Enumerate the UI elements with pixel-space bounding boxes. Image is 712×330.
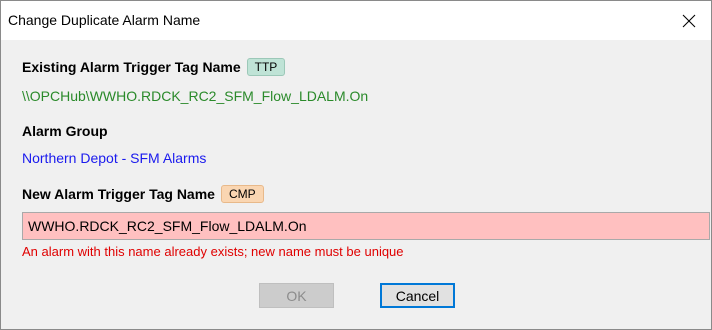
cancel-button[interactable]: Cancel: [380, 283, 455, 308]
close-icon: [682, 14, 696, 27]
alarm-group-value: Northern Depot - SFM Alarms: [22, 150, 207, 166]
title-bar: Change Duplicate Alarm Name: [1, 1, 711, 40]
existing-tag-label-text: Existing Alarm Trigger Tag Name: [22, 59, 241, 75]
ok-button[interactable]: OK: [259, 283, 334, 308]
dialog-title: Change Duplicate Alarm Name: [8, 12, 201, 28]
new-tag-name-input[interactable]: [22, 212, 710, 240]
existing-tag-label: Existing Alarm Trigger Tag Name TTP: [22, 58, 286, 76]
close-button[interactable]: [667, 1, 711, 40]
new-tag-label: New Alarm Trigger Tag Name CMP: [22, 185, 264, 203]
existing-tag-value: \\OPCHub\WWHO.RDCK_RC2_SFM_Flow_LDALM.On: [22, 88, 369, 104]
new-tag-label-text: New Alarm Trigger Tag Name: [22, 186, 215, 202]
cmp-badge: CMP: [220, 185, 264, 203]
duplicate-name-error: An alarm with this name already exists; …: [22, 244, 404, 259]
alarm-group-label: Alarm Group: [22, 123, 108, 139]
change-duplicate-alarm-dialog: Change Duplicate Alarm Name Existing Ala…: [0, 0, 712, 330]
ttp-badge: TTP: [246, 58, 286, 76]
